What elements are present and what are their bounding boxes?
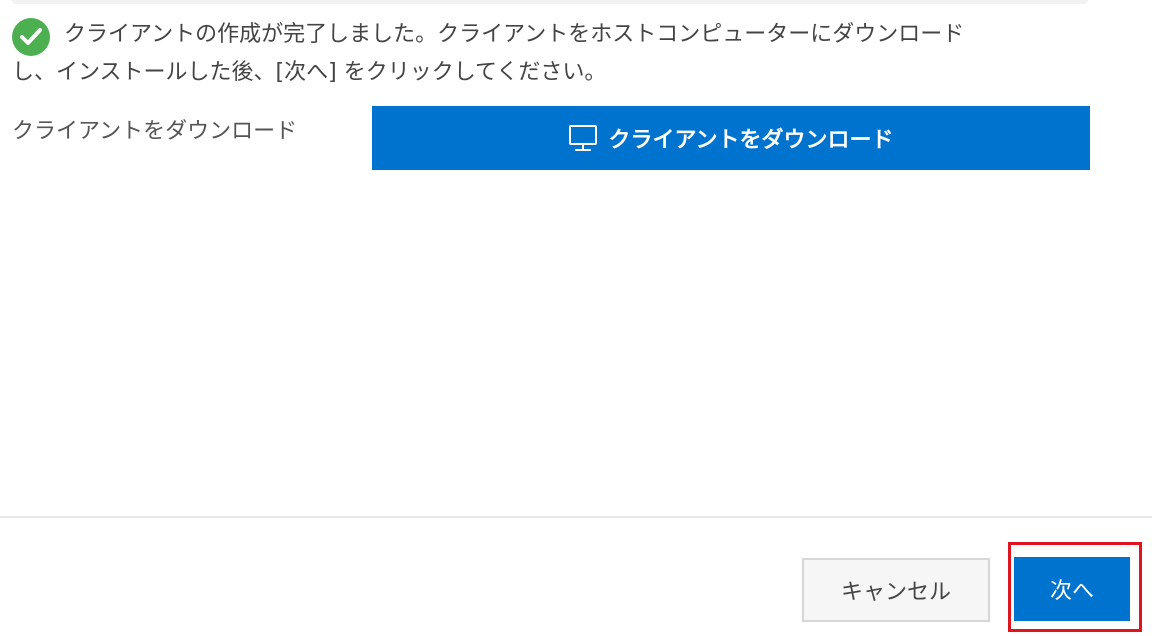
footer-divider [0, 516, 1152, 518]
download-button-label: クライアントをダウンロード [608, 128, 894, 153]
cancel-button[interactable]: キャンセル [802, 558, 990, 622]
previous-section-strip [12, 0, 1088, 4]
download-client-label: クライアントをダウンロード [12, 119, 298, 144]
next-button[interactable]: 次へ [1014, 557, 1130, 621]
success-message: クライアントの作成が完了しました。クライアントをホストコンピューターにダウンロー… [12, 16, 1062, 92]
message-line-1: クライアントの作成が完了しました。クライアントをホストコンピューターにダウンロー… [64, 22, 965, 47]
check-circle-icon [12, 18, 50, 56]
download-client-button[interactable]: クライアントをダウンロード [372, 106, 1090, 170]
message-line-2: し、インストールした後、[次へ] をクリックしてください。 [12, 60, 607, 85]
monitor-icon [568, 124, 598, 152]
create-client-dialog: クライアントの作成が完了しました。クライアントをホストコンピューターにダウンロー… [0, 0, 1152, 636]
